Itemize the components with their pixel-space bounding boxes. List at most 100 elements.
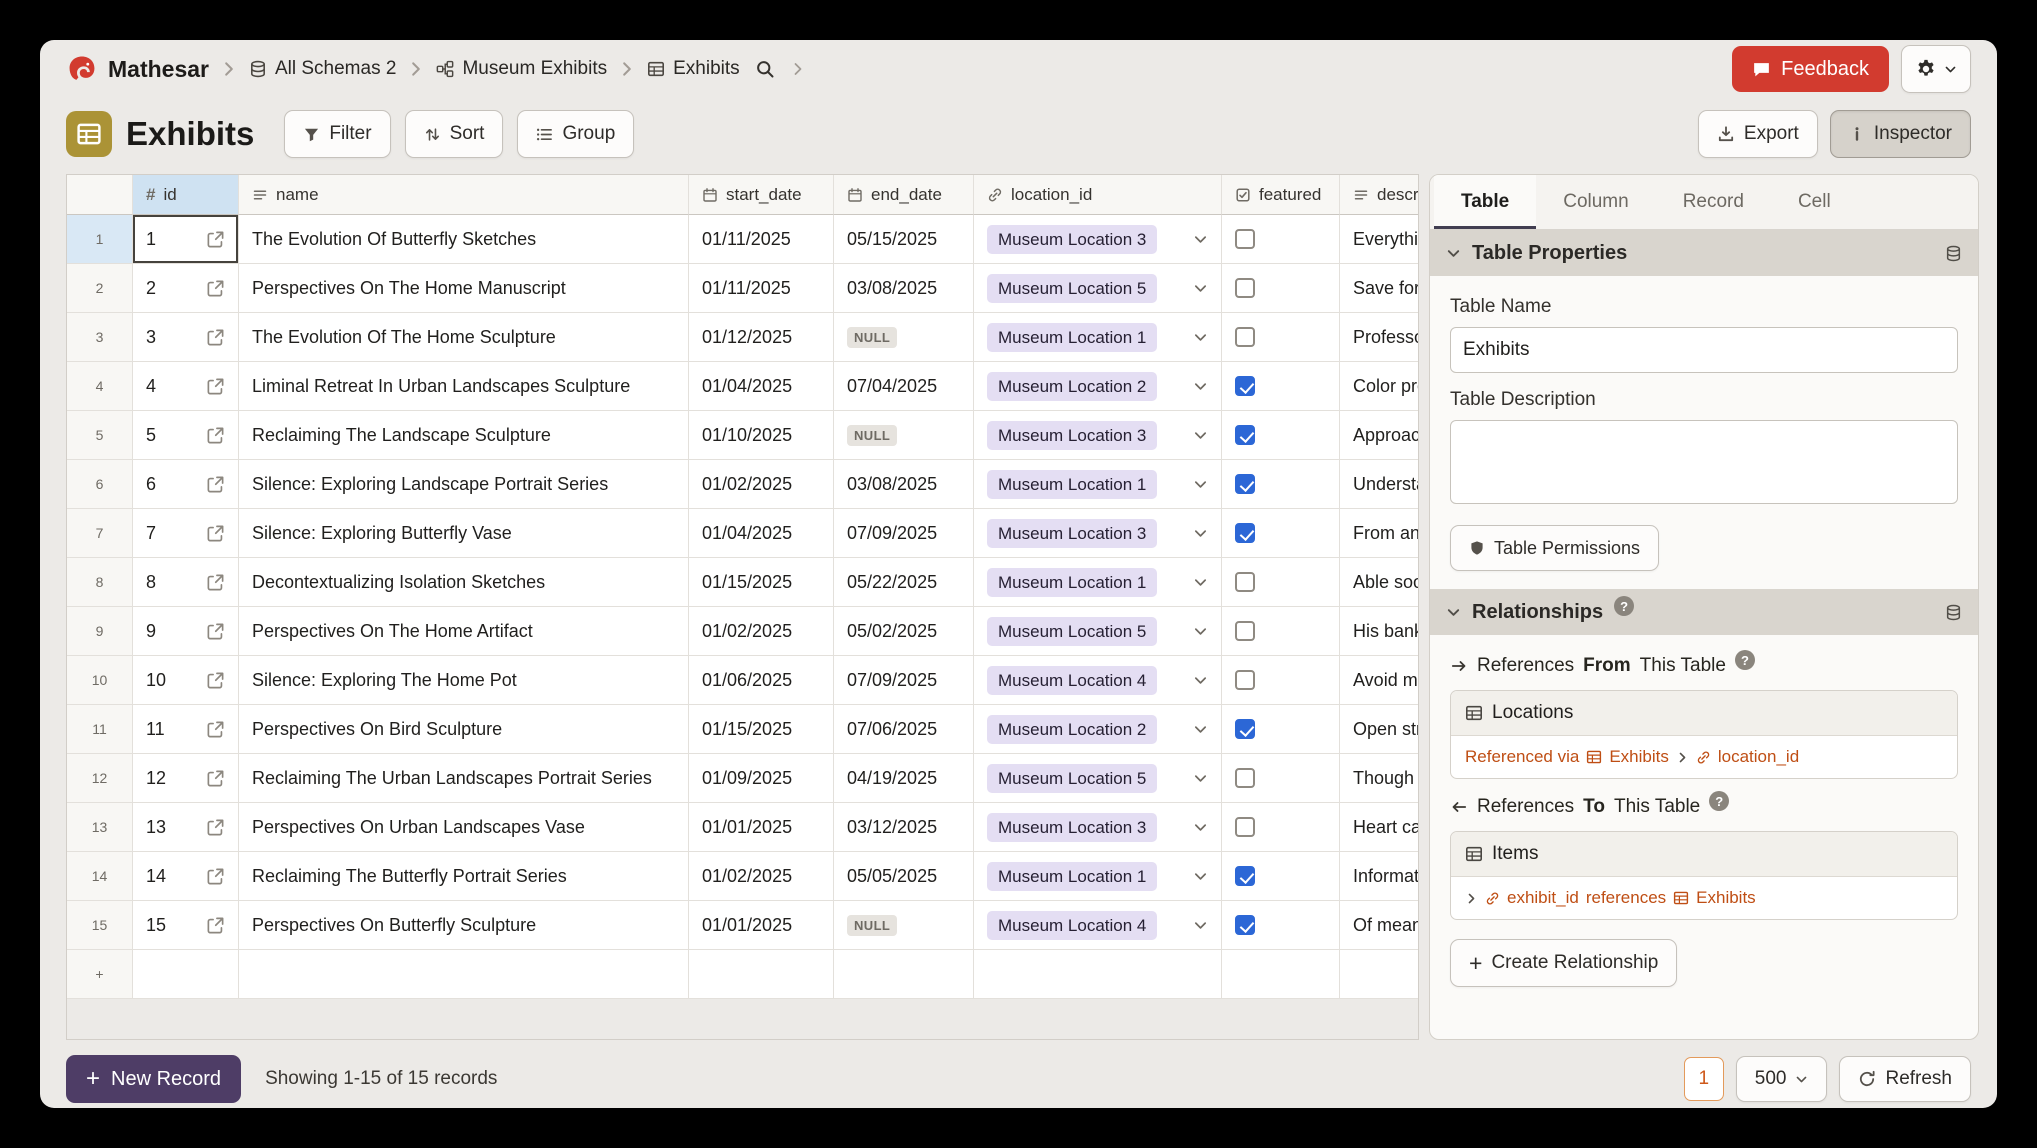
- cell-end-date[interactable]: 03/12/2025: [834, 803, 974, 852]
- cell-name[interactable]: The Evolution Of Butterfly Sketches: [239, 215, 689, 264]
- open-record-icon[interactable]: [206, 475, 225, 494]
- relationships-header[interactable]: Relationships ?: [1430, 589, 1978, 635]
- cell-end-date[interactable]: NULL: [834, 411, 974, 460]
- featured-checkbox[interactable]: [1235, 817, 1255, 837]
- cell-name[interactable]: Perspectives On The Home Artifact: [239, 607, 689, 656]
- chevron-down-icon[interactable]: [1193, 232, 1208, 247]
- cell-name[interactable]: Reclaiming The Urban Landscapes Portrait…: [239, 754, 689, 803]
- chevron-down-icon[interactable]: [1193, 771, 1208, 786]
- cell-id[interactable]: 8: [133, 558, 239, 607]
- inspector-button[interactable]: Inspector: [1830, 110, 1971, 158]
- cell-end-date[interactable]: 05/15/2025: [834, 215, 974, 264]
- cell-featured[interactable]: [1222, 313, 1340, 362]
- add-row-button[interactable]: +: [67, 950, 133, 999]
- export-button[interactable]: Export: [1698, 110, 1818, 158]
- cell-location[interactable]: Museum Location 1: [974, 852, 1222, 901]
- chevron-down-icon[interactable]: [1193, 379, 1208, 394]
- tab-column[interactable]: Column: [1536, 175, 1655, 229]
- cell-location[interactable]: Museum Location 5: [974, 607, 1222, 656]
- cell-description[interactable]: Everythin: [1340, 215, 1419, 264]
- cell-description[interactable]: His bank: [1340, 607, 1419, 656]
- chevron-down-icon[interactable]: [1193, 281, 1208, 296]
- open-record-icon[interactable]: [206, 916, 225, 935]
- create-relationship-button[interactable]: + Create Relationship: [1450, 939, 1677, 987]
- breadcrumb-expand-icon[interactable]: [790, 61, 806, 77]
- settings-button[interactable]: [1901, 45, 1971, 93]
- cell-id[interactable]: 6: [133, 460, 239, 509]
- open-record-icon[interactable]: [206, 671, 225, 690]
- featured-checkbox[interactable]: [1235, 915, 1255, 935]
- cell-end-date[interactable]: 05/02/2025: [834, 607, 974, 656]
- cell-id[interactable]: 3: [133, 313, 239, 362]
- cell-featured[interactable]: [1222, 852, 1340, 901]
- cell-id[interactable]: 7: [133, 509, 239, 558]
- cell-description[interactable]: Avoid me: [1340, 656, 1419, 705]
- cell-location[interactable]: Museum Location 3: [974, 509, 1222, 558]
- items-table-row[interactable]: Items: [1451, 832, 1957, 877]
- row-number-cell[interactable]: 8: [67, 558, 133, 607]
- column-header-featured[interactable]: featured: [1222, 175, 1340, 215]
- cell-name[interactable]: Perspectives On Bird Sculpture: [239, 705, 689, 754]
- chevron-down-icon[interactable]: [1193, 918, 1208, 933]
- filter-button[interactable]: Filter: [284, 110, 390, 158]
- column-header-start-date[interactable]: start_date: [689, 175, 834, 215]
- group-button[interactable]: Group: [517, 110, 634, 158]
- chevron-down-icon[interactable]: [1193, 722, 1208, 737]
- cell-featured[interactable]: [1222, 705, 1340, 754]
- featured-checkbox[interactable]: [1235, 523, 1255, 543]
- cell-end-date[interactable]: NULL: [834, 313, 974, 362]
- cell-id[interactable]: 9: [133, 607, 239, 656]
- chevron-down-icon[interactable]: [1193, 477, 1208, 492]
- chevron-down-icon[interactable]: [1193, 330, 1208, 345]
- cell-start-date[interactable]: 01/04/2025: [689, 509, 834, 558]
- cell-start-date[interactable]: 01/12/2025: [689, 313, 834, 362]
- cell-end-date[interactable]: 03/08/2025: [834, 460, 974, 509]
- featured-checkbox[interactable]: [1235, 376, 1255, 396]
- row-number-cell[interactable]: 7: [67, 509, 133, 558]
- cell-location[interactable]: Museum Location 4: [974, 656, 1222, 705]
- cell-description[interactable]: Save for p: [1340, 264, 1419, 313]
- feedback-button[interactable]: Feedback: [1732, 46, 1889, 92]
- cell-id[interactable]: 11: [133, 705, 239, 754]
- column-header-location-id[interactable]: location_id: [974, 175, 1222, 215]
- cell-description[interactable]: Though s: [1340, 754, 1419, 803]
- row-number-cell[interactable]: 5: [67, 411, 133, 460]
- cell-featured[interactable]: [1222, 362, 1340, 411]
- cell-name[interactable]: Reclaiming The Butterfly Portrait Series: [239, 852, 689, 901]
- table-permissions-button[interactable]: Table Permissions: [1450, 525, 1659, 571]
- cell-location[interactable]: Museum Location 2: [974, 705, 1222, 754]
- chevron-down-icon[interactable]: [1193, 428, 1208, 443]
- cell-location[interactable]: Museum Location 3: [974, 215, 1222, 264]
- help-icon[interactable]: ?: [1709, 791, 1729, 811]
- featured-checkbox[interactable]: [1235, 425, 1255, 445]
- column-header-end-date[interactable]: end_date: [834, 175, 974, 215]
- cell-location[interactable]: Museum Location 1: [974, 558, 1222, 607]
- table-properties-header[interactable]: Table Properties: [1430, 230, 1978, 276]
- column-header-id[interactable]: # id: [133, 175, 239, 215]
- new-record-button[interactable]: + New Record: [66, 1055, 241, 1103]
- cell-description[interactable]: Professo: [1340, 313, 1419, 362]
- cell-end-date[interactable]: 05/22/2025: [834, 558, 974, 607]
- cell-featured[interactable]: [1222, 607, 1340, 656]
- cell-description[interactable]: Open str: [1340, 705, 1419, 754]
- featured-checkbox[interactable]: [1235, 278, 1255, 298]
- cell-featured[interactable]: [1222, 460, 1340, 509]
- cell-location[interactable]: Museum Location 5: [974, 754, 1222, 803]
- cell-description[interactable]: Understa: [1340, 460, 1419, 509]
- cell-start-date[interactable]: 01/09/2025: [689, 754, 834, 803]
- row-number-cell[interactable]: 14: [67, 852, 133, 901]
- cell-featured[interactable]: [1222, 264, 1340, 313]
- open-record-icon[interactable]: [206, 328, 225, 347]
- tab-cell[interactable]: Cell: [1771, 175, 1858, 229]
- cell-name[interactable]: Perspectives On The Home Manuscript: [239, 264, 689, 313]
- new-row[interactable]: +: [67, 950, 1419, 999]
- cell-start-date[interactable]: 01/02/2025: [689, 460, 834, 509]
- sort-button[interactable]: Sort: [405, 110, 504, 158]
- cell-description[interactable]: Of mean: [1340, 901, 1419, 950]
- cell-start-date[interactable]: 01/10/2025: [689, 411, 834, 460]
- help-icon[interactable]: ?: [1614, 596, 1634, 616]
- cell-end-date[interactable]: NULL: [834, 901, 974, 950]
- cell-description[interactable]: Approach: [1340, 411, 1419, 460]
- cell-start-date[interactable]: 01/04/2025: [689, 362, 834, 411]
- open-record-icon[interactable]: [206, 230, 225, 249]
